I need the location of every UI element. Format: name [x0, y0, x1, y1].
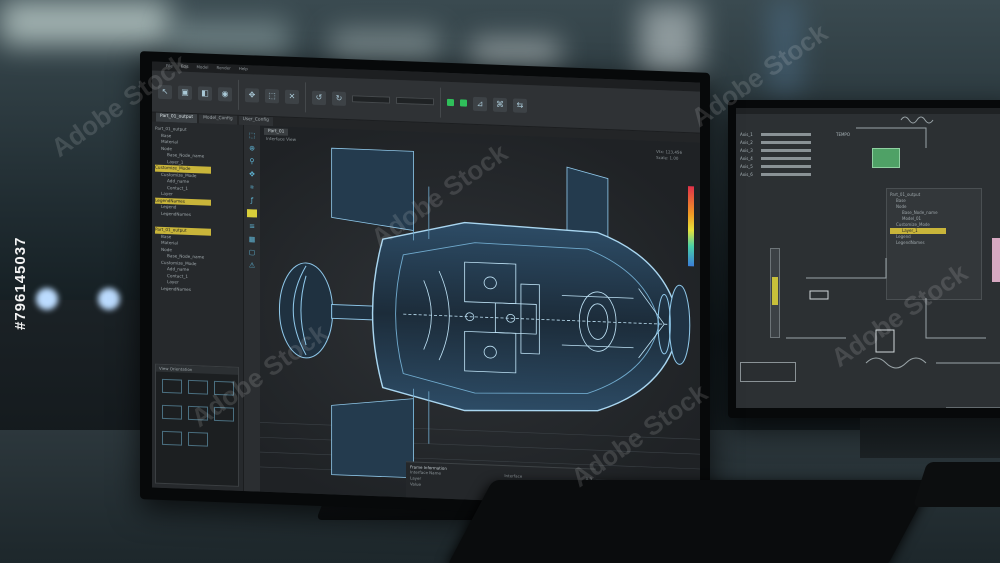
view-top-thumb[interactable] [162, 404, 182, 420]
view-orientation-panel: View Orientation [155, 363, 239, 487]
redo-icon[interactable]: ↻ [332, 90, 346, 106]
view-side-thumb[interactable] [214, 380, 234, 396]
value-field[interactable] [396, 96, 434, 106]
save-icon[interactable]: ▣ [178, 85, 192, 100]
formula-icon[interactable]: ƒ [247, 196, 257, 204]
cube-icon[interactable]: ⬚ [265, 88, 279, 103]
menu-edit[interactable]: Edit [181, 64, 189, 71]
grid-icon[interactable]: ▦ [247, 235, 257, 243]
snap-toggle[interactable] [447, 98, 454, 107]
view-iso-thumb[interactable] [214, 406, 234, 422]
primary-monitor: File Edit Model Render Help ↖ ▣ ◧ ◉ ✥ ⬚ … [140, 51, 710, 521]
keyboard [447, 480, 933, 563]
menu-help[interactable]: Help [239, 66, 248, 73]
link-icon[interactable]: ⌘ [493, 97, 507, 112]
frame-icon[interactable]: ▢ [247, 248, 257, 256]
align-icon[interactable]: ⇆ [513, 97, 527, 113]
menu-render[interactable]: Render [216, 65, 230, 73]
move-icon[interactable]: ✥ [247, 170, 257, 178]
undo-icon[interactable]: ↺ [312, 90, 326, 105]
mouse-area [912, 462, 1000, 507]
move-icon[interactable]: ✥ [245, 87, 259, 103]
view-node-thumb[interactable] [162, 430, 182, 446]
measure-icon[interactable]: ⊿ [473, 96, 487, 111]
3d-viewport[interactable]: Part_01 Interface View Vtx: 123,456 Scal… [260, 125, 700, 509]
scene-outline-panel: Part_01_output Base Material Node Base_Node_… [152, 121, 244, 492]
view-orientation-title: View Orientation [156, 364, 238, 375]
close-icon[interactable]: ✕ [285, 89, 299, 104]
layer-icon[interactable]: ◧ [198, 85, 212, 101]
cad-application: File Edit Model Render Help ↖ ▣ ◧ ◉ ✥ ⬚ … [152, 61, 700, 509]
tool-column: ⬚ ⊕ ⚲ ✥ ⌗ ƒ ≡ ▦ ▢ ⚠ [244, 125, 260, 492]
view-graph-thumb[interactable] [188, 405, 208, 421]
menu-file[interactable]: File [166, 63, 173, 70]
zoom-in-icon[interactable]: ⊕ [247, 144, 257, 152]
render-icon[interactable]: ◉ [218, 86, 232, 102]
schematic-lines [786, 116, 1000, 408]
view-front-thumb[interactable] [188, 379, 208, 395]
view-wave-thumb[interactable] [188, 431, 208, 447]
color-swatch[interactable] [247, 209, 257, 218]
view-cube-thumb[interactable] [162, 378, 182, 394]
select-icon[interactable]: ⬚ [247, 131, 257, 139]
menu-model[interactable]: Model [196, 64, 208, 71]
layers-icon[interactable]: ≡ [247, 222, 257, 230]
grid-toggle[interactable] [460, 99, 467, 107]
stock-id-label: #796145037 [12, 236, 29, 330]
secondary-screen: Axis_1 Axis_2 Axis_3 Axis_4 Axis_5 Axis_… [736, 108, 1000, 408]
warning-icon[interactable]: ⚠ [247, 261, 257, 269]
jet-engine-wireframe [260, 147, 700, 485]
property-field[interactable] [352, 95, 390, 104]
cursor-icon[interactable]: ↖ [158, 84, 172, 99]
crop-icon[interactable]: ⌗ [247, 183, 257, 191]
zoom-icon[interactable]: ⚲ [247, 157, 257, 165]
secondary-monitor: Axis_1 Axis_2 Axis_3 Axis_4 Axis_5 Axis_… [728, 100, 1000, 418]
